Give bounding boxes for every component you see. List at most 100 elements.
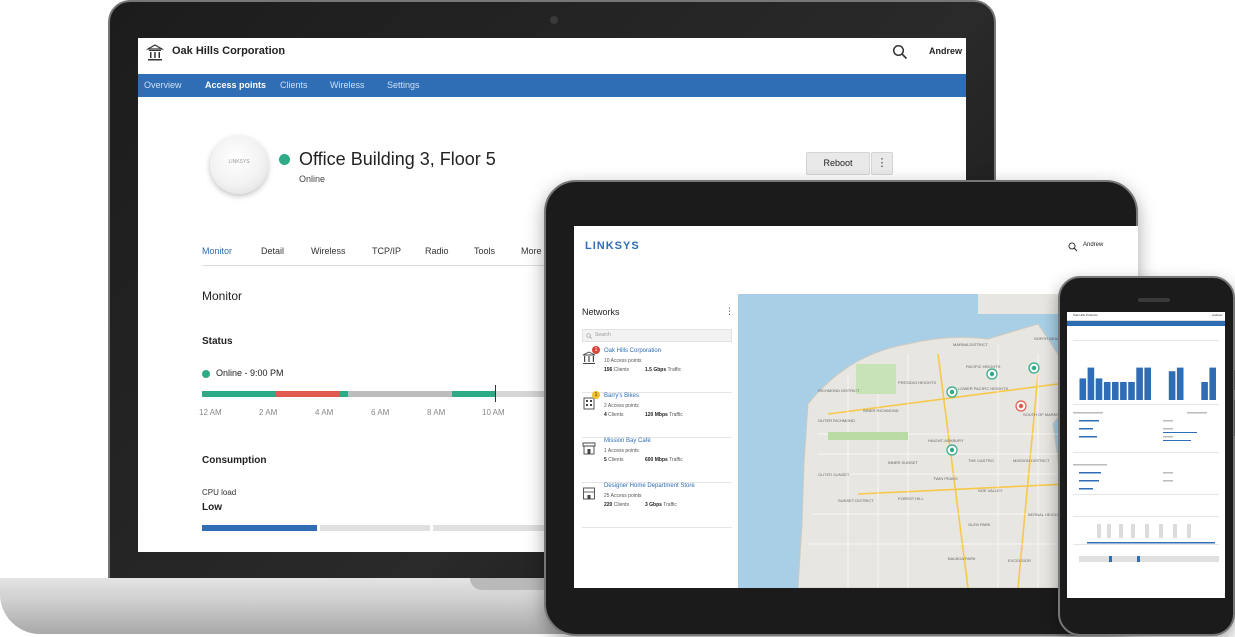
- map-park: [828, 432, 908, 440]
- network-name[interactable]: Mission Bay Café: [604, 438, 651, 444]
- map-marker-dot: [1018, 403, 1024, 409]
- status-line: Online - 9:00 PM: [216, 368, 284, 378]
- tab-more[interactable]: More: [521, 246, 542, 256]
- monitor-heading: Monitor: [202, 289, 243, 303]
- chevron-down-icon[interactable]: ⌄: [278, 47, 286, 58]
- chart-bar: [1120, 382, 1127, 400]
- network-name[interactable]: Oak Hills Corporation: [604, 348, 661, 354]
- map-marker-dot: [949, 447, 955, 453]
- phone-user[interactable]: Andrew: [1212, 313, 1222, 317]
- app-header: Oak Hills Corporation ⌄ Andrew: [138, 38, 966, 74]
- main-nav: Overview Access points Clients Wireless …: [138, 74, 966, 97]
- access-point-count: 10 Access points: [604, 358, 642, 364]
- kebab-icon[interactable]: ⋮: [725, 306, 734, 317]
- search-icon[interactable]: [892, 44, 908, 60]
- network-list-item[interactable]: 1 Oak Hills Corporation 10 Access points…: [582, 346, 732, 393]
- user-menu[interactable]: Andrew: [1083, 242, 1103, 248]
- network-list-item[interactable]: Mission Bay Café 1 Access points 5 Clien…: [582, 438, 732, 483]
- map-label: MISSION DISTRICT: [1013, 458, 1050, 463]
- laptop-camera: [550, 16, 558, 24]
- search-icon[interactable]: [1068, 242, 1078, 252]
- reboot-button[interactable]: Reboot: [806, 152, 870, 175]
- department-store-icon: [583, 487, 595, 500]
- map-marker-dot: [1031, 365, 1037, 371]
- org-name[interactable]: Oak Hills Corporation: [172, 45, 285, 57]
- map-label: NOE VALLEY: [978, 488, 1003, 493]
- consumption-heading: Consumption: [202, 455, 267, 466]
- phone-header-title[interactable]: Oak Hills Products: [1073, 313, 1098, 317]
- chart-bar: [1144, 367, 1151, 400]
- network-search-input[interactable]: Search: [582, 329, 732, 342]
- online-dot: [202, 370, 210, 378]
- nav-settings[interactable]: Settings: [387, 80, 420, 90]
- map-label: RICHMOND DISTRICT: [818, 388, 860, 393]
- status-timeline: [202, 391, 562, 397]
- chart-bar: [1087, 367, 1095, 400]
- chart-bar: [1128, 382, 1135, 400]
- cpu-value: Low: [202, 502, 222, 513]
- nav-wireless[interactable]: Wireless: [330, 80, 365, 90]
- map-label: FOREST HILL: [898, 496, 924, 501]
- networks-heading: Networks: [582, 307, 620, 317]
- nav-clients[interactable]: Clients: [280, 80, 308, 90]
- access-point-count: 25 Access points: [604, 493, 642, 499]
- chart-bar: [1168, 371, 1176, 400]
- map-label: GLEN PARK: [968, 522, 991, 527]
- more-options-button[interactable]: ⋮: [871, 152, 893, 175]
- cpu-load-bar: [202, 525, 562, 531]
- timeline-axis: [1087, 542, 1215, 544]
- timeline-current-marker: [495, 385, 496, 402]
- traffic-value: 3 Gbps Traffic: [645, 502, 677, 508]
- map-label: PACIFIC HEIGHTS: [966, 364, 1001, 369]
- client-count: 4 Clients: [604, 412, 624, 418]
- cpu-label: CPU load: [202, 488, 237, 497]
- tick-label: 8 AM: [427, 408, 446, 417]
- client-count: 156 Clients: [604, 367, 630, 373]
- phone-bar-chart: [1079, 367, 1216, 400]
- map-label: INNER SUNSET: [888, 460, 918, 465]
- timeline-offline-segment: [276, 391, 340, 397]
- chart-bar: [1209, 367, 1216, 400]
- phone-screen: Oak Hills Products Andrew: [1067, 312, 1225, 598]
- search-placeholder: Search: [595, 332, 611, 338]
- building-icon: [146, 44, 164, 61]
- warning-badge: 1: [592, 391, 600, 399]
- map-label: SUNSET DISTRICT: [838, 498, 874, 503]
- device-brand: LINKSYS: [228, 159, 250, 165]
- timeline-online-segment: [452, 391, 496, 397]
- divider: [1073, 404, 1219, 405]
- storefront-icon: [582, 442, 596, 455]
- chart-bar: [1095, 378, 1103, 400]
- chart-bar: [1176, 367, 1184, 400]
- tab-tools[interactable]: Tools: [474, 246, 495, 256]
- linksys-logo: LINKSYS: [585, 240, 640, 252]
- chart-bar: [1136, 367, 1143, 400]
- phone-header: Oak Hills Products Andrew: [1067, 312, 1225, 321]
- divider: [1073, 340, 1219, 341]
- link-lines: [1079, 420, 1101, 490]
- nav-access-points[interactable]: Access points: [205, 80, 266, 90]
- tick-label: 6 AM: [371, 408, 390, 417]
- timeline-online-segment: [340, 391, 348, 397]
- network-name[interactable]: Designer Home Department Store: [604, 483, 695, 489]
- tab-wireless[interactable]: Wireless: [311, 246, 346, 256]
- map-label: EXCELSIOR: [1008, 558, 1031, 563]
- tab-monitor[interactable]: Monitor: [202, 246, 232, 256]
- network-name[interactable]: Barry's Bikes: [604, 393, 639, 399]
- tab-tcpip[interactable]: TCP/IP: [372, 246, 401, 256]
- network-list-item[interactable]: Designer Home Department Store 25 Access…: [582, 483, 732, 528]
- cpu-load-fill: [202, 525, 317, 531]
- access-point-image: LINKSYS: [210, 136, 268, 194]
- map-park: [856, 364, 896, 394]
- chart-bar: [1103, 382, 1111, 400]
- tab-radio[interactable]: Radio: [425, 246, 449, 256]
- page-title: Office Building 3, Floor 5: [299, 149, 496, 169]
- bar-gap: [430, 525, 433, 531]
- user-menu[interactable]: Andrew: [929, 46, 962, 56]
- chart-bar: [1079, 378, 1087, 400]
- map-label: LOWER PACIFIC HEIGHTS: [958, 386, 1008, 391]
- map-label: BALBOA PARK: [948, 556, 976, 561]
- nav-overview[interactable]: Overview: [144, 80, 182, 90]
- tab-detail[interactable]: Detail: [261, 246, 284, 256]
- network-list-item[interactable]: 1 Barry's Bikes 2 Access points 4 Client…: [582, 391, 732, 438]
